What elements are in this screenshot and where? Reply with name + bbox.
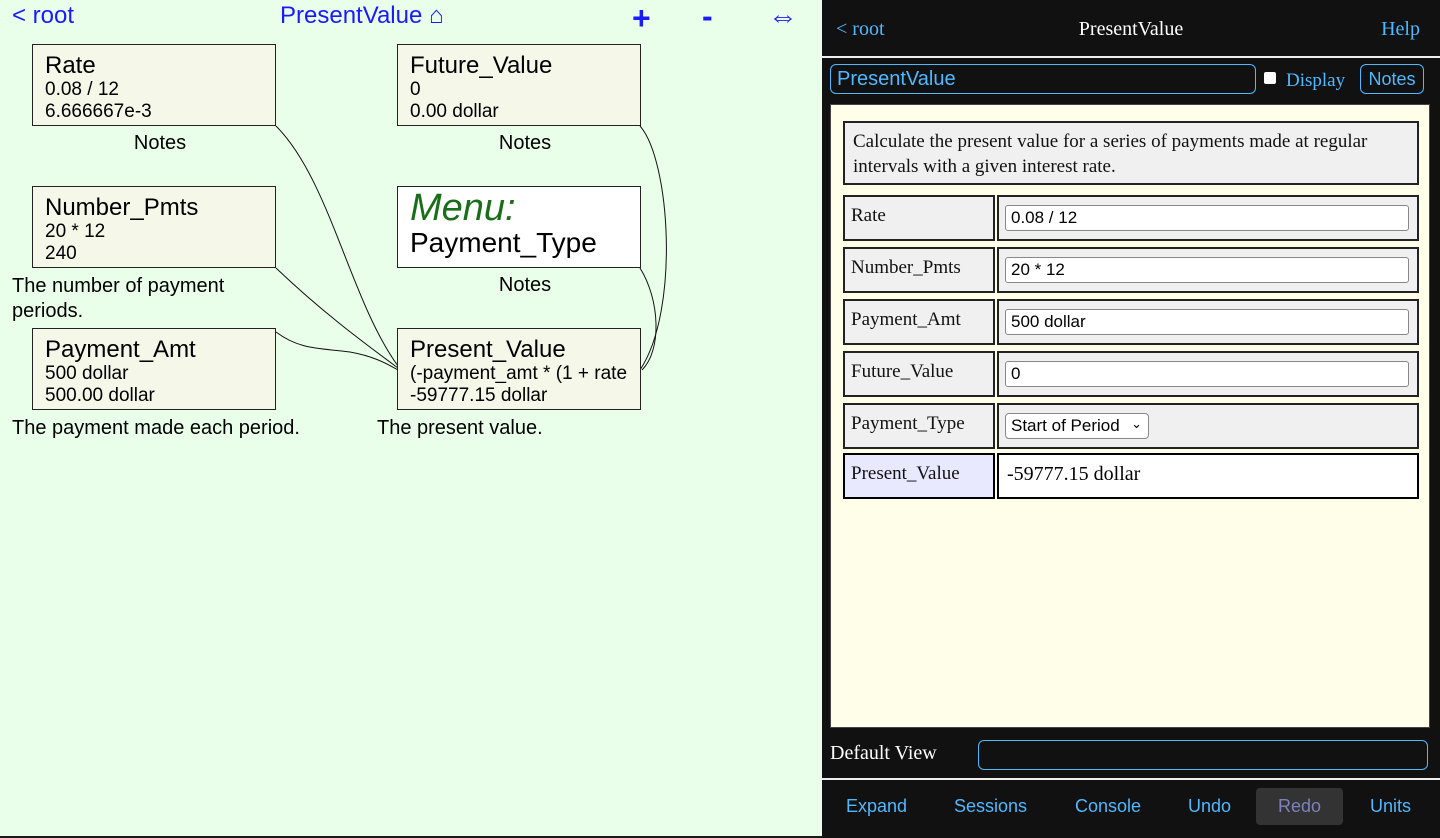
- node-present-value[interactable]: Present_Value (-payment_amt * (1 + rate …: [397, 328, 641, 410]
- wire-future-value-present-value: [639, 125, 667, 371]
- node-present-value-name: Present_Value: [410, 336, 566, 363]
- node-future-value-name: Future_Value: [410, 52, 553, 79]
- node-payment-amt-value: 500.00 dollar: [45, 385, 155, 406]
- input-row-payment-amt: Payment_Amt 500 dollar: [843, 299, 1419, 345]
- wire-rate-present-value: [275, 125, 399, 367]
- inspector-title: PresentValue: [1078, 18, 1184, 40]
- input-label: Payment_Amt: [843, 299, 995, 345]
- payment-type-selected: Start of Period: [1011, 416, 1120, 435]
- node-rate[interactable]: Rate 0.08 / 12 6.666667e-3: [32, 44, 276, 126]
- input-cell: 20 * 12: [997, 247, 1419, 293]
- node-number-pmts[interactable]: Number_Pmts 20 * 12 240: [32, 186, 276, 268]
- input-row-future-value: Future_Value 0: [843, 351, 1419, 397]
- node-payment-type-menu-label: Menu:: [410, 187, 516, 229]
- undo-button[interactable]: Undo: [1188, 796, 1231, 817]
- node-payment-amt-name: Payment_Amt: [45, 336, 196, 363]
- node-rate-formula: 0.08 / 12: [45, 79, 119, 100]
- display-checkbox[interactable]: [1264, 72, 1276, 84]
- node-number-pmts-value: 240: [45, 243, 77, 264]
- model-description: Calculate the present value for a series…: [843, 121, 1419, 185]
- inputs-panel: Calculate the present value for a series…: [830, 104, 1430, 728]
- wire-payment-amt-present-value: [275, 331, 399, 371]
- node-number-pmts-description: The number of payment periods.: [12, 275, 225, 322]
- expand-button[interactable]: Expand: [846, 796, 907, 817]
- inspector-header: < root PresentValue Help: [822, 0, 1440, 58]
- redo-button[interactable]: Redo: [1256, 788, 1344, 825]
- input-label: Future_Value: [843, 351, 995, 397]
- default-view-input[interactable]: [978, 740, 1428, 770]
- input-cell: 0.08 / 12: [997, 195, 1419, 241]
- present-value-result: -59777.15 dollar: [1007, 463, 1141, 485]
- wire-number-pmts-present-value: [275, 267, 399, 369]
- notes-button[interactable]: Notes: [1360, 64, 1424, 94]
- display-label: Display: [1286, 70, 1346, 91]
- input-row-rate: Rate 0.08 / 12: [843, 195, 1419, 241]
- node-rate-name: Rate: [45, 52, 96, 79]
- input-label: Payment_Type: [843, 403, 995, 449]
- future-value-input[interactable]: 0: [1005, 361, 1409, 387]
- input-row-payment-type: Payment_Type Start of Period ⌄: [843, 403, 1419, 449]
- model-name-field[interactable]: PresentValue: [830, 64, 1256, 94]
- default-view-label: Default View: [830, 742, 937, 764]
- input-cell: 500 dollar: [997, 299, 1419, 345]
- input-cell: Start of Period ⌄: [997, 403, 1419, 449]
- sessions-button[interactable]: Sessions: [954, 796, 1027, 817]
- console-button[interactable]: Console: [1075, 796, 1141, 817]
- node-present-value-value: -59777.15 dollar: [410, 385, 548, 406]
- node-rate-value: 6.666667e-3: [45, 101, 152, 122]
- rate-input[interactable]: 0.08 / 12: [1005, 205, 1409, 231]
- diagram-canvas[interactable]: < root PresentValue ⌂ + - ⇔ Rate 0.08 / …: [0, 0, 822, 836]
- footer-toolbar: Expand Sessions Console Undo Redo Units: [822, 778, 1440, 838]
- node-payment-type-notes: Notes: [498, 274, 552, 296]
- node-present-value-description: The present value.: [377, 417, 543, 439]
- inspector-panel: < root PresentValue Help PresentValue Di…: [822, 0, 1440, 838]
- help-link[interactable]: Help: [1381, 18, 1420, 41]
- number-pmts-input[interactable]: 20 * 12: [1005, 257, 1409, 283]
- input-cell: 0: [997, 351, 1419, 397]
- payment-amt-input[interactable]: 500 dollar: [1005, 309, 1409, 335]
- input-label: Number_Pmts: [843, 247, 995, 293]
- node-present-value-formula: (-payment_amt * (1 + rate: [410, 363, 628, 384]
- node-future-value-notes: Notes: [498, 132, 552, 154]
- node-rate-notes: Notes: [133, 132, 187, 154]
- node-future-value-value: 0.00 dollar: [410, 101, 499, 122]
- units-button[interactable]: Units: [1370, 796, 1411, 817]
- node-payment-amt[interactable]: Payment_Amt 500 dollar 500.00 dollar: [32, 328, 276, 410]
- input-label: Rate: [843, 195, 995, 241]
- node-number-pmts-name: Number_Pmts: [45, 194, 199, 221]
- result-label: Present_Value: [843, 453, 995, 499]
- node-payment-amt-description: The payment made each period.: [12, 417, 300, 439]
- node-payment-type-name: Payment_Type: [410, 227, 597, 258]
- node-future-value[interactable]: Future_Value 0 0.00 dollar: [397, 44, 641, 126]
- input-row-number-pmts: Number_Pmts 20 * 12: [843, 247, 1419, 293]
- chevron-down-icon: ⌄: [1131, 416, 1142, 431]
- result-cell: -59777.15 dollar: [997, 453, 1419, 499]
- node-payment-amt-formula: 500 dollar: [45, 363, 129, 384]
- node-number-pmts-formula: 20 * 12: [45, 221, 106, 242]
- result-row-present-value: Present_Value -59777.15 dollar: [843, 453, 1419, 499]
- payment-type-select[interactable]: Start of Period ⌄: [1005, 413, 1149, 439]
- node-payment-type[interactable]: Menu: Payment_Type: [397, 186, 641, 268]
- node-future-value-formula: 0: [410, 79, 421, 100]
